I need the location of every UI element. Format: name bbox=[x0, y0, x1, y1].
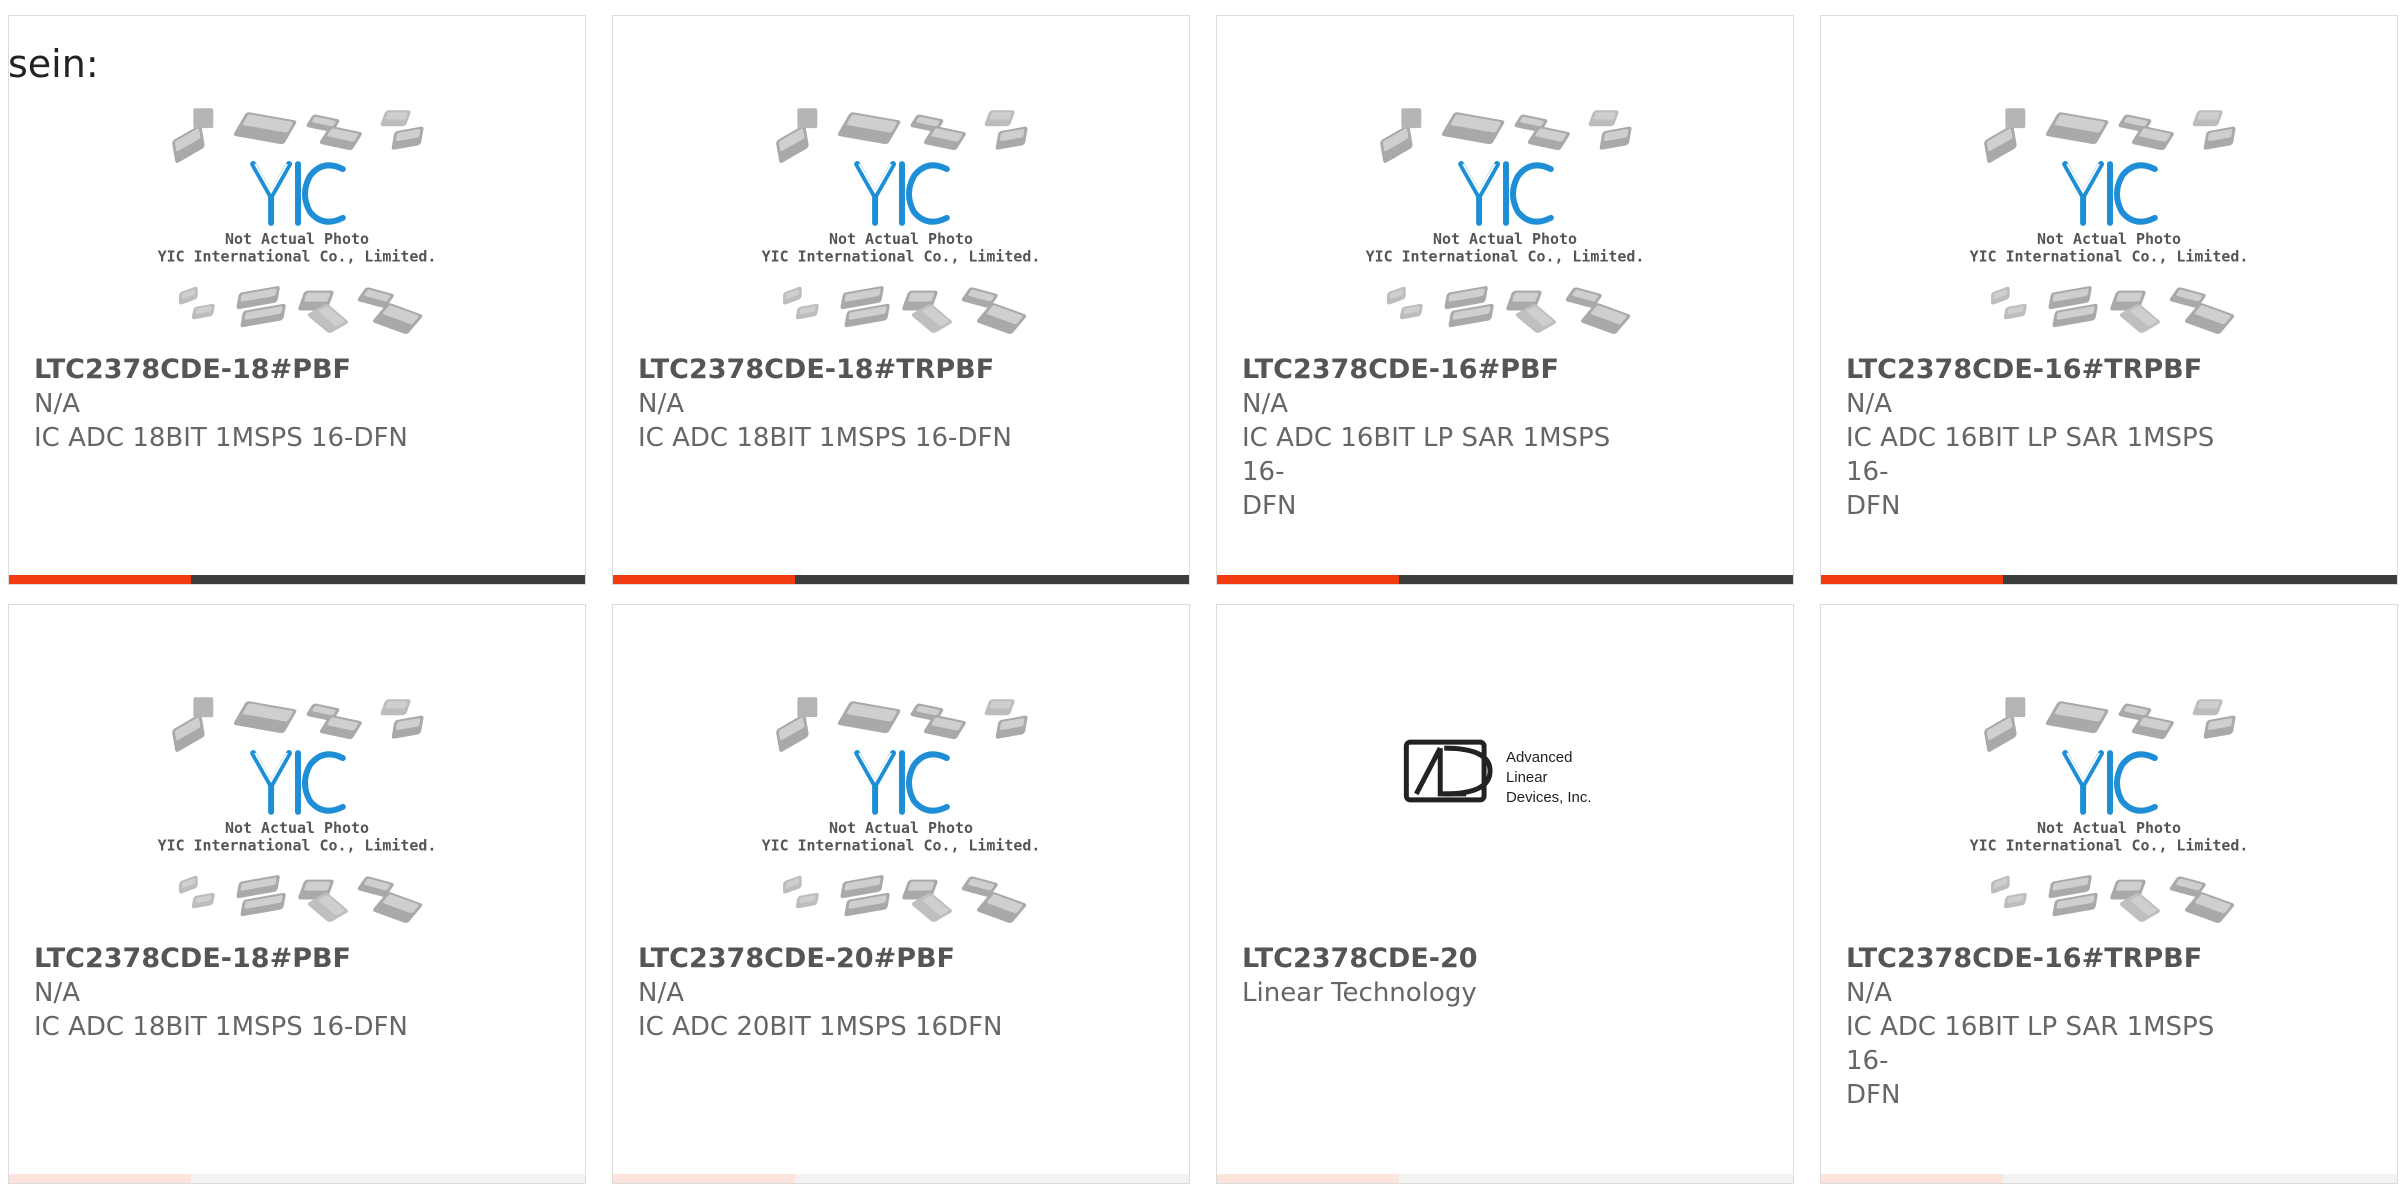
card-bar bbox=[9, 1174, 585, 1183]
description: IC ADC 16BIT LP SAR 1MSPS 16- bbox=[1242, 423, 1611, 487]
adl-logo-line1: Advanced bbox=[1506, 749, 1572, 766]
manufacturer: N/A bbox=[1242, 389, 1288, 419]
adl-logo-image[interactable]: Advanced Linear Devices, Inc. bbox=[1217, 605, 1793, 935]
placeholder-line1: Not Actual Photo bbox=[225, 819, 369, 837]
manufacturer: N/A bbox=[1846, 389, 1892, 419]
yic-logo-icon bbox=[2062, 750, 2158, 815]
manufacturer: N/A bbox=[1846, 978, 1892, 1008]
placeholder-line1: Not Actual Photo bbox=[1433, 230, 1577, 248]
description-cont: DFN bbox=[1242, 491, 1297, 521]
manufacturer: N/A bbox=[34, 389, 80, 419]
description: IC ADC 16BIT LP SAR 1MSPS 16- bbox=[1846, 1012, 2215, 1076]
placeholder-line2: YIC International Co., Limited. bbox=[158, 248, 437, 266]
description: IC ADC 18BIT 1MSPS 16-DFN bbox=[34, 1012, 408, 1042]
yic-logo-icon bbox=[1458, 161, 1554, 226]
description-cont: DFN bbox=[1846, 1080, 1901, 1110]
product-image[interactable]: Not Actual PhotoYIC International Co., L… bbox=[1217, 16, 1793, 346]
placeholder-line1: Not Actual Photo bbox=[225, 230, 369, 248]
yic-logo-icon bbox=[250, 750, 346, 815]
card-bar bbox=[1217, 575, 1793, 584]
description: IC ADC 18BIT 1MSPS 16-DFN bbox=[638, 423, 1012, 453]
placeholder-line1: Not Actual Photo bbox=[2037, 230, 2181, 248]
product-card[interactable]: Not Actual Photo YIC International Co., L… bbox=[1216, 15, 1794, 585]
part-number[interactable]: LTC2378CDE-20 bbox=[1242, 942, 1643, 976]
description: IC ADC 18BIT 1MSPS 16-DFN bbox=[34, 423, 408, 453]
placeholder-line2: YIC International Co., Limited. bbox=[1970, 837, 2249, 855]
placeholder-line2: YIC International Co., Limited. bbox=[158, 837, 437, 855]
product-image[interactable]: Not Actual PhotoYIC International Co., L… bbox=[1821, 16, 2397, 346]
adl-logo-line2: Linear bbox=[1506, 769, 1548, 786]
part-number[interactable]: LTC2378CDE-16#TRPBF bbox=[1846, 353, 2247, 387]
description: IC ADC 20BIT 1MSPS 16DFN bbox=[638, 1012, 1003, 1042]
manufacturer: N/A bbox=[638, 389, 684, 419]
card-bar bbox=[1821, 1174, 2397, 1183]
placeholder-line2: YIC International Co., Limited. bbox=[1366, 248, 1645, 266]
description: IC ADC 16BIT LP SAR 1MSPS 16- bbox=[1846, 423, 2215, 487]
part-number[interactable]: LTC2378CDE-18#PBF bbox=[34, 942, 435, 976]
product-card[interactable]: Not Actual Photo YIC International Co., L… bbox=[8, 15, 586, 585]
placeholder-line1: Not Actual Photo bbox=[2037, 819, 2181, 837]
product-image[interactable]: Not Actual PhotoYIC International Co., L… bbox=[1821, 605, 2397, 935]
card-bar bbox=[613, 575, 1189, 584]
yic-logo-icon bbox=[854, 750, 950, 815]
manufacturer: N/A bbox=[34, 978, 80, 1008]
card-bar bbox=[613, 1174, 1189, 1183]
yic-logo-icon bbox=[250, 161, 346, 226]
product-card[interactable]: Not Actual Photo YIC International Co., L… bbox=[1820, 15, 2398, 585]
intro-text: sein: bbox=[8, 42, 99, 86]
yic-logo-icon bbox=[854, 161, 950, 226]
product-card[interactable]: Not Actual Photo YIC International Co., L… bbox=[8, 604, 586, 1184]
product-image[interactable]: Not Actual PhotoYIC International Co., L… bbox=[613, 16, 1189, 346]
manufacturer: N/A bbox=[638, 978, 684, 1008]
part-number[interactable]: LTC2378CDE-18#TRPBF bbox=[638, 353, 1039, 387]
product-card[interactable]: Not Actual Photo YIC International Co., L… bbox=[612, 15, 1190, 585]
placeholder-line1: Not Actual Photo bbox=[829, 819, 973, 837]
yic-logo-icon bbox=[2062, 161, 2158, 226]
card-bar bbox=[9, 575, 585, 584]
part-number[interactable]: LTC2378CDE-20#PBF bbox=[638, 942, 1039, 976]
part-number[interactable]: LTC2378CDE-18#PBF bbox=[34, 353, 435, 387]
product-card[interactable]: Not Actual Photo YIC International Co., L… bbox=[612, 604, 1190, 1184]
product-card[interactable]: Advanced Linear Devices, Inc. LTC2378CDE… bbox=[1216, 604, 1794, 1184]
placeholder-line2: YIC International Co., Limited. bbox=[1970, 248, 2249, 266]
description-cont: DFN bbox=[1846, 491, 1901, 521]
card-bar bbox=[1217, 1174, 1793, 1183]
product-card[interactable]: Not Actual Photo YIC International Co., L… bbox=[1820, 604, 2398, 1184]
manufacturer: Linear Technology bbox=[1242, 978, 1477, 1008]
product-image[interactable]: Not Actual PhotoYIC International Co., L… bbox=[613, 605, 1189, 935]
part-number[interactable]: LTC2378CDE-16#PBF bbox=[1242, 353, 1643, 387]
card-bar bbox=[1821, 575, 2397, 584]
product-image[interactable]: Not Actual PhotoYIC International Co., L… bbox=[9, 605, 585, 935]
adl-logo-line3: Devices, Inc. bbox=[1506, 789, 1592, 806]
part-number[interactable]: LTC2378CDE-16#TRPBF bbox=[1846, 942, 2247, 976]
placeholder-line1: Not Actual Photo bbox=[829, 230, 973, 248]
placeholder-line2: YIC International Co., Limited. bbox=[762, 837, 1041, 855]
placeholder-line2: YIC International Co., Limited. bbox=[762, 248, 1041, 266]
